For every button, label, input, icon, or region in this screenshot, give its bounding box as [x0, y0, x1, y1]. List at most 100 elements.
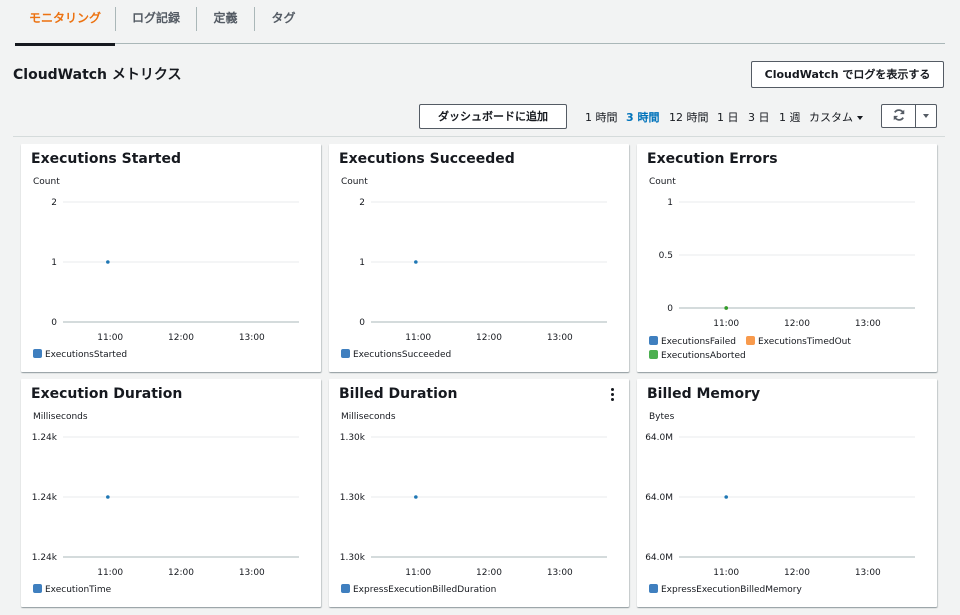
billed-memory-chart: 64.0M 64.0M 64.0M 11:00 12:00 13:00: [645, 433, 915, 577]
widget-title: Execution Duration: [31, 386, 183, 402]
legend-item[interactable]: ExecutionTime: [33, 584, 111, 595]
refresh-options-dropdown[interactable]: [915, 104, 937, 128]
x-tick-label: 13:00: [547, 568, 573, 577]
x-tick-label: 12:00: [784, 568, 810, 577]
y-tick-label: 0: [667, 304, 673, 314]
legend: ExecutionsStarted: [33, 349, 137, 360]
y-tick-label: 2: [51, 198, 57, 208]
range-custom-label: カスタム: [809, 111, 853, 124]
widget-title: Executions Succeeded: [339, 151, 515, 167]
y-tick-label: 1.24k: [32, 493, 58, 503]
execution-errors-chart: 1 0.5 0 11:00 12:00 13:00: [659, 198, 915, 329]
legend-swatch: [649, 336, 658, 345]
widget-execution-errors: Execution Errors Count 1 0.5 0 11:00 12:00 13…: [637, 144, 937, 372]
range-1h[interactable]: 1 時間: [585, 109, 618, 125]
data-point: [414, 495, 418, 499]
data-point: [106, 260, 110, 264]
legend-label: ExecutionsStarted: [45, 350, 128, 360]
x-tick-label: 13:00: [855, 319, 881, 329]
y-tick-label: 1.30k: [340, 433, 366, 443]
legend-item[interactable]: ExecutionsSucceeded: [341, 349, 451, 360]
legend-label: ExecutionsSucceeded: [353, 350, 452, 360]
y-axis-unit: Count: [33, 177, 60, 187]
x-tick-label: 11:00: [405, 333, 431, 342]
widget-executions-started: Executions Started Count 2 1 0 11:00 12:00 13…: [21, 144, 321, 372]
y-tick-label: 1.24k: [32, 433, 58, 443]
y-tick-label: 64.0M: [645, 493, 673, 503]
legend-item[interactable]: ExecutionsAborted: [649, 349, 746, 363]
x-tick-label: 12:00: [476, 333, 502, 342]
y-tick-label: 64.0M: [645, 433, 673, 443]
data-point: [724, 495, 728, 499]
y-axis-unit: Milliseconds: [33, 412, 88, 422]
range-12h[interactable]: 12 時間: [669, 109, 709, 125]
y-axis-unit: Bytes: [649, 412, 675, 422]
more-options-icon[interactable]: [611, 388, 615, 402]
y-tick-label: 0: [359, 318, 365, 328]
range-custom[interactable]: カスタム: [809, 109, 863, 125]
widget-billed-duration: Billed Duration Milliseconds 1.30k 1.30k 1…: [329, 379, 629, 607]
refresh-button[interactable]: [881, 104, 916, 128]
x-tick-label: 13:00: [855, 568, 881, 577]
legend-label: ExecutionTime: [45, 585, 112, 595]
y-tick-label: 1: [667, 198, 673, 208]
y-tick-label: 64.0M: [645, 553, 673, 563]
caret-down-icon: [857, 116, 863, 120]
legend-item[interactable]: ExecutionsStarted: [33, 349, 127, 360]
range-1d[interactable]: 1 日: [717, 109, 739, 125]
range-1w[interactable]: 1 週: [779, 109, 801, 125]
widget-billed-memory: Billed Memory Bytes 64.0M 64.0M 64.0M 11:00…: [637, 379, 937, 607]
range-3d[interactable]: 3 日: [748, 109, 770, 125]
y-tick-label: 1.30k: [340, 553, 366, 563]
y-axis-unit: Milliseconds: [341, 412, 396, 422]
data-point: [724, 306, 728, 310]
tab-tags[interactable]: タグ: [255, 0, 312, 44]
widget-title: Execution Errors: [647, 151, 778, 167]
add-to-dashboard-button[interactable]: ダッシュボードに追加: [419, 104, 567, 129]
caret-down-icon: [923, 114, 929, 118]
x-tick-label: 11:00: [405, 568, 431, 577]
data-point: [106, 495, 110, 499]
legend-swatch: [649, 584, 658, 593]
legend-swatch: [649, 350, 658, 359]
legend: ExecutionsSucceeded: [341, 349, 461, 360]
x-tick-label: 11:00: [713, 568, 739, 577]
legend-swatch: [745, 336, 755, 345]
page-title: CloudWatch メトリクス: [13, 67, 182, 83]
view-logs-button[interactable]: CloudWatch でログを表示する: [751, 61, 944, 88]
execution-duration-chart: 1.24k 1.24k 1.24k 11:00 12:00 13:00: [32, 433, 299, 577]
widget-title: Billed Memory: [647, 386, 761, 402]
y-tick-label: 1: [359, 258, 365, 268]
legend-swatch: [33, 349, 42, 358]
y-tick-label: 1.24k: [32, 553, 58, 563]
y-axis-unit: Count: [341, 177, 368, 187]
legend: ExpressExecutionBilledMemory: [649, 584, 812, 595]
x-tick-label: 12:00: [476, 568, 502, 577]
tab-definition[interactable]: 定義: [197, 0, 254, 44]
widget-execution-duration: Execution Duration Milliseconds 1.24k 1.2…: [21, 379, 321, 607]
x-tick-label: 11:00: [97, 333, 123, 342]
legend-label: ExpressExecutionBilledDuration: [353, 585, 497, 595]
range-3h[interactable]: 3 時間: [626, 109, 659, 125]
x-tick-label: 13:00: [239, 333, 265, 342]
legend: ExecutionsFailed ExecutionsTimedOut Execut…: [649, 335, 929, 363]
tab-logging[interactable]: ログ記録: [116, 0, 196, 44]
legend-item[interactable]: ExecutionsFailed: [649, 335, 736, 349]
tab-monitoring[interactable]: モニタリング: [15, 0, 115, 46]
x-tick-label: 11:00: [97, 568, 123, 577]
legend-swatch: [341, 349, 350, 358]
refresh-icon: [893, 109, 904, 121]
header-divider: [13, 136, 945, 137]
widget-title: Billed Duration: [339, 386, 458, 402]
x-tick-label: 13:00: [547, 333, 573, 342]
legend-item[interactable]: ExpressExecutionBilledDuration: [341, 584, 496, 595]
legend-item[interactable]: ExpressExecutionBilledMemory: [649, 584, 802, 595]
y-tick-label: 0: [51, 318, 57, 328]
x-tick-label: 12:00: [784, 319, 810, 329]
legend: ExpressExecutionBilledDuration: [341, 584, 506, 595]
x-tick-label: 13:00: [239, 568, 265, 577]
x-tick-label: 11:00: [713, 319, 739, 329]
executions-started-chart: 2 1 0 11:00 12:00 13:00: [51, 198, 299, 342]
legend-item[interactable]: ExecutionsTimedOut: [745, 335, 851, 349]
y-tick-label: 2: [359, 198, 365, 208]
